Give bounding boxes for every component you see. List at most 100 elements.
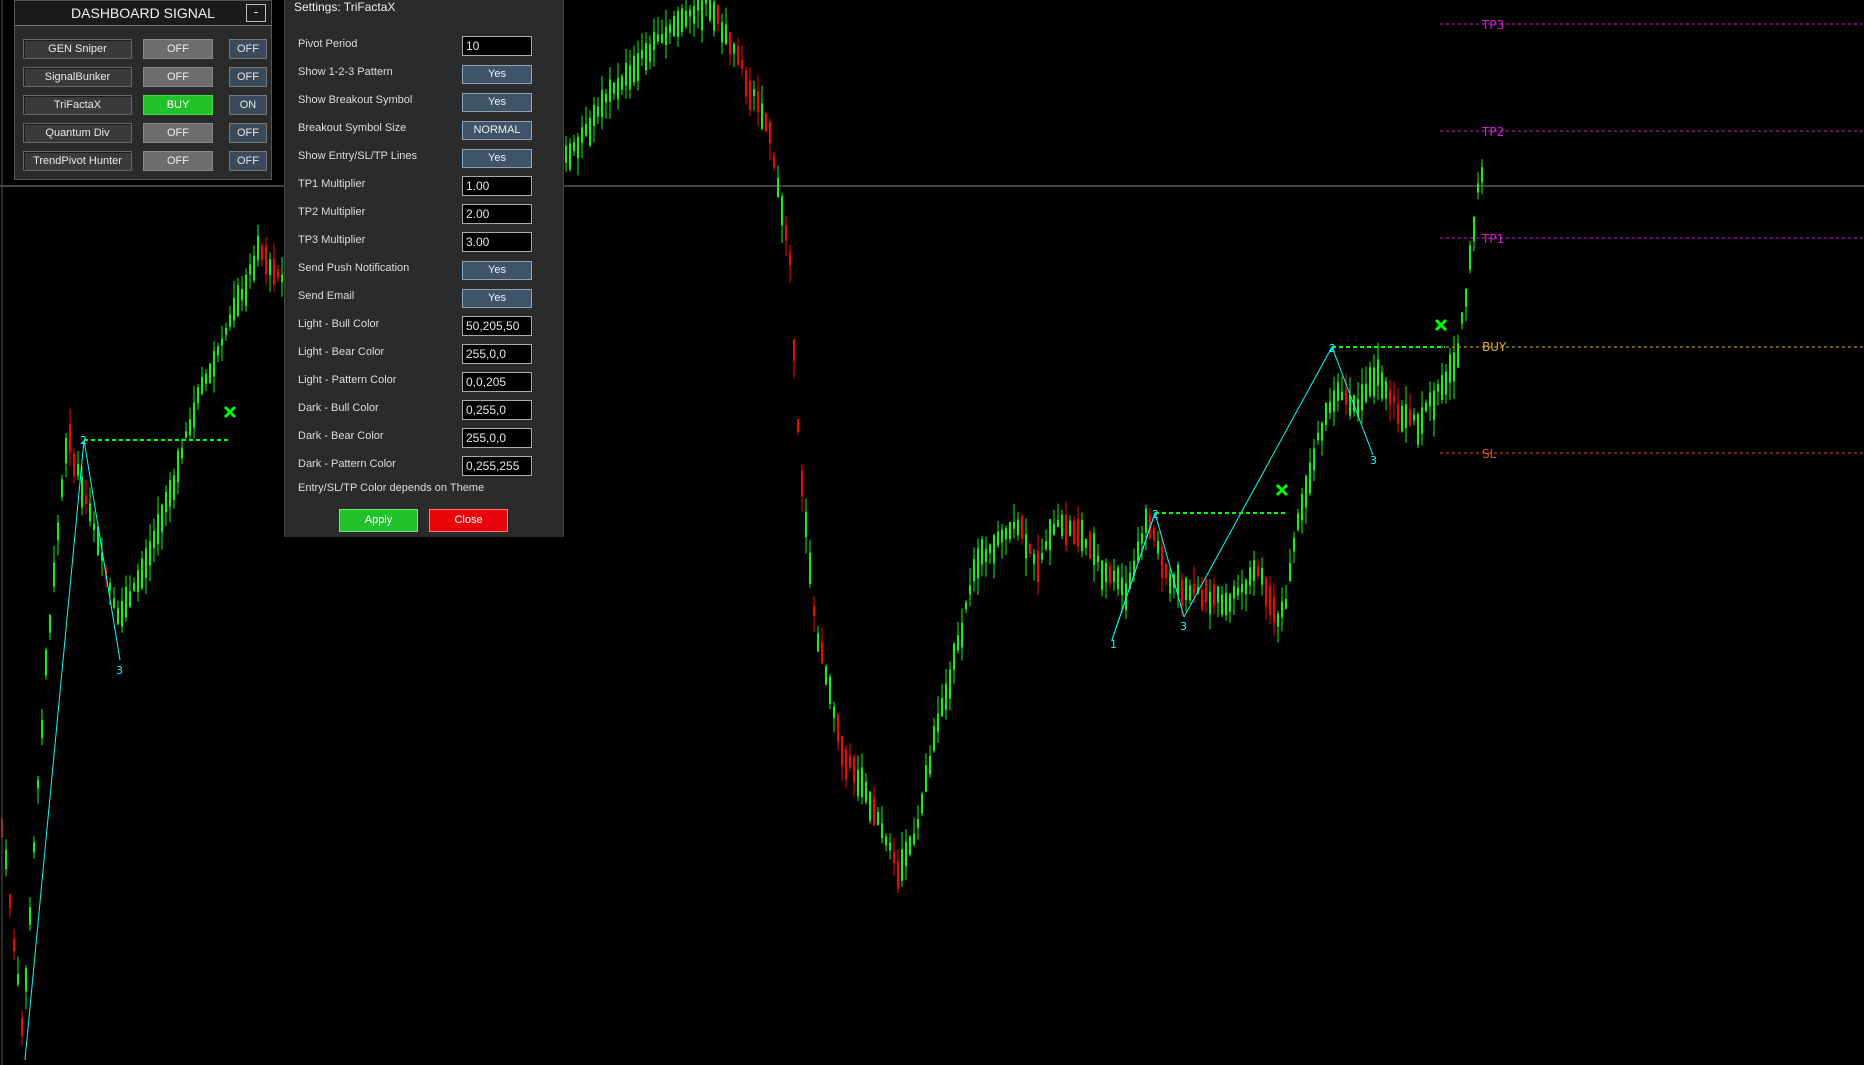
pattern-point-label: 1 bbox=[1110, 638, 1117, 651]
candle-body bbox=[1073, 520, 1075, 545]
signal-toggle-button[interactable]: OFF bbox=[229, 151, 267, 171]
candle-body bbox=[137, 570, 139, 592]
candle-body bbox=[1137, 541, 1139, 562]
candle-body bbox=[929, 755, 931, 775]
signal-state-button[interactable]: OFF bbox=[143, 123, 213, 143]
candle-body bbox=[245, 274, 247, 306]
candle-body bbox=[1017, 519, 1019, 536]
candle-body bbox=[5, 849, 7, 870]
candle-body bbox=[265, 246, 267, 275]
candle-body bbox=[41, 719, 43, 739]
candle-body bbox=[1069, 520, 1071, 536]
signal-state-button[interactable]: OFF bbox=[143, 67, 213, 87]
signal-state-button[interactable]: OFF bbox=[143, 151, 213, 171]
candle-body bbox=[933, 726, 935, 751]
candle-body bbox=[1165, 563, 1167, 578]
candle-body bbox=[165, 492, 167, 513]
candle-body bbox=[149, 541, 151, 566]
setting-label: Light - Bull Color bbox=[298, 318, 380, 330]
pattern-point-label: 2 bbox=[80, 434, 87, 447]
candle-body bbox=[829, 676, 831, 704]
apply-button[interactable]: Apply bbox=[339, 509, 418, 532]
show-breakout-symbol-toggle[interactable]: Yes bbox=[462, 93, 532, 112]
dark-bear-color-input[interactable] bbox=[462, 428, 532, 448]
settings-panel: Settings: TriFactaX Pivot Period Show 1-… bbox=[284, 0, 564, 537]
close-button[interactable]: Close bbox=[429, 509, 508, 532]
candle-body bbox=[1421, 407, 1423, 434]
candle-body bbox=[657, 34, 659, 42]
signal-state-button[interactable]: OFF bbox=[143, 39, 213, 59]
candle-body bbox=[1001, 529, 1003, 543]
candle-body bbox=[997, 531, 999, 546]
pivot-period-input[interactable] bbox=[462, 36, 532, 56]
light-pattern-color-input[interactable] bbox=[462, 372, 532, 392]
candle-body bbox=[61, 479, 63, 498]
candle-body bbox=[257, 235, 259, 261]
candle-body bbox=[805, 511, 807, 538]
candle-body bbox=[1249, 567, 1251, 586]
dark-pattern-color-input[interactable] bbox=[462, 456, 532, 476]
candle-body bbox=[1261, 567, 1263, 585]
light-bear-color-input[interactable] bbox=[462, 344, 532, 364]
candle-body bbox=[689, 9, 691, 17]
candle-body bbox=[1253, 559, 1255, 581]
tp3-multiplier-input[interactable] bbox=[462, 232, 532, 252]
signal-toggle-button[interactable]: OFF bbox=[229, 39, 267, 59]
pattern-line bbox=[1111, 511, 1185, 641]
price-chart[interactable]: 2 3 1 2 3 2 3 bbox=[0, 0, 1864, 1065]
setting-label: Send Push Notification bbox=[298, 262, 410, 274]
minimize-button[interactable]: - bbox=[246, 4, 266, 22]
candle-body bbox=[1109, 565, 1111, 583]
candle-body bbox=[1081, 520, 1083, 551]
settings-title: Settings: TriFactaX bbox=[294, 0, 396, 14]
candle-body bbox=[1365, 383, 1367, 402]
candle-body bbox=[1025, 534, 1027, 559]
setting-light-bull-color: Light - Bull Color bbox=[298, 315, 552, 337]
candle-body bbox=[1441, 375, 1443, 401]
candle-body bbox=[613, 82, 615, 94]
candle-body bbox=[865, 782, 867, 803]
candle-body bbox=[77, 464, 79, 476]
tp2-multiplier-input[interactable] bbox=[462, 204, 532, 224]
show-123-pattern-toggle[interactable]: Yes bbox=[462, 65, 532, 84]
candle-body bbox=[905, 841, 907, 867]
send-push-notification-toggle[interactable]: Yes bbox=[462, 261, 532, 280]
sl-level-label: SL bbox=[1482, 447, 1497, 461]
candle-body bbox=[741, 60, 743, 69]
candle-body bbox=[1349, 395, 1351, 416]
candle-body bbox=[1145, 508, 1147, 533]
candle-body bbox=[565, 145, 567, 163]
candle-body bbox=[193, 402, 195, 428]
send-email-toggle[interactable]: Yes bbox=[462, 289, 532, 308]
candle-body bbox=[29, 907, 31, 925]
candle-body bbox=[861, 767, 863, 798]
candle-body bbox=[1065, 514, 1067, 546]
candle-body bbox=[633, 55, 635, 83]
signal-toggle-button[interactable]: OFF bbox=[229, 67, 267, 87]
candle-body bbox=[733, 44, 735, 54]
candle-body bbox=[1481, 167, 1483, 183]
candle-body bbox=[1381, 372, 1383, 399]
candle-body bbox=[757, 91, 759, 113]
light-bull-color-input[interactable] bbox=[462, 316, 532, 336]
signal-state-button[interactable]: BUY bbox=[143, 95, 213, 115]
candle-body bbox=[1181, 579, 1183, 607]
pattern-point-label: 3 bbox=[116, 664, 123, 677]
signal-toggle-button[interactable]: OFF bbox=[229, 123, 267, 143]
setting-breakout-symbol-size: Breakout Symbol Size NORMAL bbox=[298, 119, 552, 141]
candle-body bbox=[1113, 570, 1115, 582]
setting-label: Show 1-2-3 Pattern bbox=[298, 66, 393, 78]
show-entry-sl-tp-toggle[interactable]: Yes bbox=[462, 149, 532, 168]
candle-body bbox=[889, 842, 891, 851]
candle-body bbox=[1333, 390, 1335, 412]
tp1-multiplier-input[interactable] bbox=[462, 176, 532, 196]
dark-bull-color-input[interactable] bbox=[462, 400, 532, 420]
candle-body bbox=[197, 387, 199, 404]
candle-body bbox=[1177, 564, 1179, 596]
breakout-symbol-size-button[interactable]: NORMAL bbox=[462, 121, 532, 140]
candle-body bbox=[1057, 520, 1059, 527]
candle-body bbox=[917, 818, 919, 828]
signal-toggle-button[interactable]: ON bbox=[229, 95, 267, 115]
candle-body bbox=[665, 26, 667, 46]
candle-body bbox=[1465, 288, 1467, 307]
